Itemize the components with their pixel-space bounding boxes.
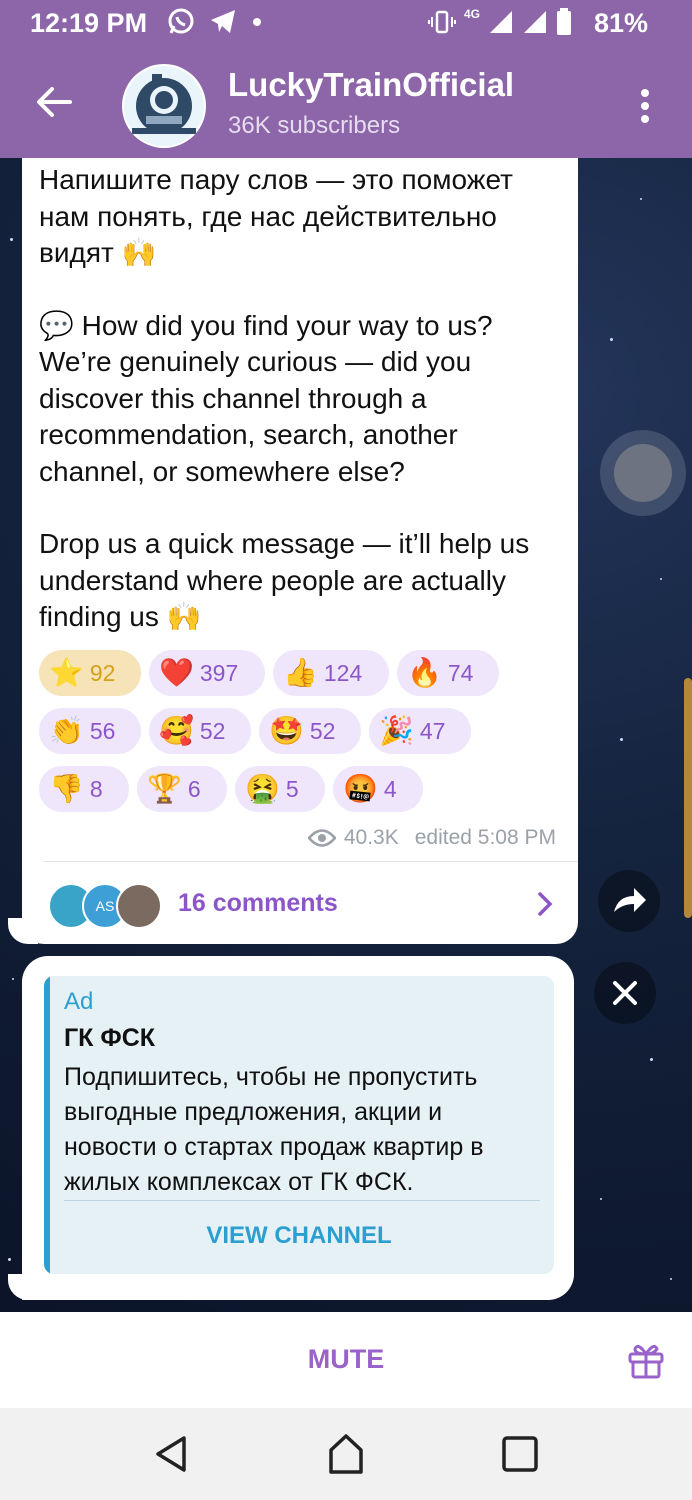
system-nav-bar [0, 1408, 692, 1500]
channel-post[interactable]: Напишите пару слов — это поможет нам пон… [22, 158, 578, 944]
eye-icon [307, 829, 336, 847]
chevron-right-icon [538, 892, 553, 916]
ad-title: ГК ФСК [64, 1024, 156, 1052]
reaction-heart[interactable]: ❤️ 397 [149, 650, 265, 696]
reaction-star[interactable]: ⭐ 92 [39, 650, 141, 696]
network-type: 4G [463, 7, 480, 21]
star-struck-emoji-icon: 🤩 [269, 715, 304, 746]
scroll-knob[interactable] [600, 430, 686, 516]
reaction-angry[interactable]: 🤬 4 [333, 766, 423, 812]
star-emoji-icon: ⭐ [49, 657, 84, 688]
view-channel-button[interactable]: VIEW CHANNEL [44, 1222, 554, 1250]
close-ad-button[interactable] [594, 962, 656, 1024]
reaction-smiling-hearts[interactable]: 🥰 52 [149, 708, 251, 754]
heart-emoji-icon: ❤️ [159, 657, 194, 688]
fire-emoji-icon: 🔥 [407, 657, 442, 688]
reaction-party[interactable]: 🎉 47 [369, 708, 471, 754]
battery-icon [557, 8, 571, 35]
edge-handle[interactable] [684, 678, 692, 918]
comments-row[interactable]: AS 16 comments [22, 863, 578, 943]
post-text-cta: Drop us a quick message — it’ll help us … [39, 528, 530, 632]
smiling-hearts-emoji-icon: 🥰 [159, 715, 194, 746]
back-arrow-icon[interactable] [32, 80, 76, 124]
status-bar: 12:19 PM 4G 81% [0, 0, 692, 50]
mute-button[interactable]: MUTE [0, 1344, 692, 1375]
chat-area[interactable]: Напишите пару слов — это поможет нам пон… [0, 158, 692, 1312]
reaction-trophy[interactable]: 🏆 6 [137, 766, 227, 812]
forward-button[interactable] [598, 870, 660, 932]
gift-icon[interactable] [626, 1340, 666, 1380]
signal-icon-2 [524, 11, 546, 33]
close-icon [613, 981, 637, 1005]
sponsored-message[interactable]: Ad ГК ФСК Подпишитесь, чтобы не пропусти… [22, 956, 574, 1300]
angry-cursing-emoji-icon: 🤬 [343, 773, 378, 804]
reaction-thumbs-up[interactable]: 👍 124 [273, 650, 389, 696]
post-text-question: 💬 How did you find your way to us? We’re… [39, 309, 493, 487]
dot-icon [253, 18, 261, 26]
edited-time: edited 5:08 PM [414, 826, 556, 849]
reaction-clap[interactable]: 👏 56 [39, 708, 141, 754]
thumbs-down-emoji-icon: 👎 [49, 773, 84, 804]
commenter-avatar-3 [116, 883, 162, 929]
post-meta: 40.3K edited 5:08 PM [307, 826, 556, 850]
post-text: Напишите пару слов — это поможет нам пон… [39, 162, 569, 636]
reaction-thumbs-down[interactable]: 👎 8 [39, 766, 129, 812]
clock: 12:19 PM [30, 8, 148, 38]
train-logo-icon [124, 66, 204, 146]
whatsapp-icon [168, 8, 194, 34]
trophy-emoji-icon: 🏆 [147, 773, 182, 804]
share-arrow-icon [614, 888, 646, 912]
channel-title[interactable]: LuckyTrainOfficial [228, 66, 514, 104]
reaction-fire[interactable]: 🔥 74 [397, 650, 499, 696]
vomit-emoji-icon: 🤮 [245, 773, 280, 804]
view-count: 40.3K [343, 826, 399, 849]
battery-level: 81% [593, 8, 648, 38]
thumbs-up-emoji-icon: 👍 [283, 657, 318, 688]
party-popper-emoji-icon: 🎉 [379, 715, 414, 746]
more-menu-icon[interactable] [630, 86, 660, 126]
post-text-ru: Напишите пару слов — это поможет нам пон… [39, 164, 513, 268]
reaction-star-struck[interactable]: 🤩 52 [259, 708, 361, 754]
ad-card[interactable]: Ad ГК ФСК Подпишитесь, чтобы не пропусти… [44, 976, 554, 1274]
channel-header: LuckyTrainOfficial 36K subscribers [0, 50, 692, 158]
channel-bottom-bar: MUTE [0, 1312, 692, 1408]
channel-avatar[interactable] [122, 64, 206, 148]
vibrate-icon [427, 10, 456, 34]
ad-body: Подпишитесь, чтобы не пропустить выгодны… [64, 1063, 484, 1196]
reaction-vomit[interactable]: 🤮 5 [235, 766, 325, 812]
clap-emoji-icon: 👏 [49, 715, 84, 746]
nav-recents-icon[interactable] [500, 1432, 540, 1476]
nav-back-icon[interactable] [152, 1432, 192, 1476]
telegram-icon [211, 10, 235, 33]
subscriber-count: 36K subscribers [228, 112, 401, 139]
reactions: ⭐ 92 ❤️ 397 👍 124 🔥 74 👏 56 🥰 52 🤩 52 🎉 47 👎 8 🏆 6… [39, 650, 559, 824]
comments-count: 16 comments [178, 889, 338, 917]
nav-home-icon[interactable] [326, 1432, 366, 1476]
signal-icon [490, 11, 512, 33]
ad-label: Ad [64, 988, 94, 1015]
